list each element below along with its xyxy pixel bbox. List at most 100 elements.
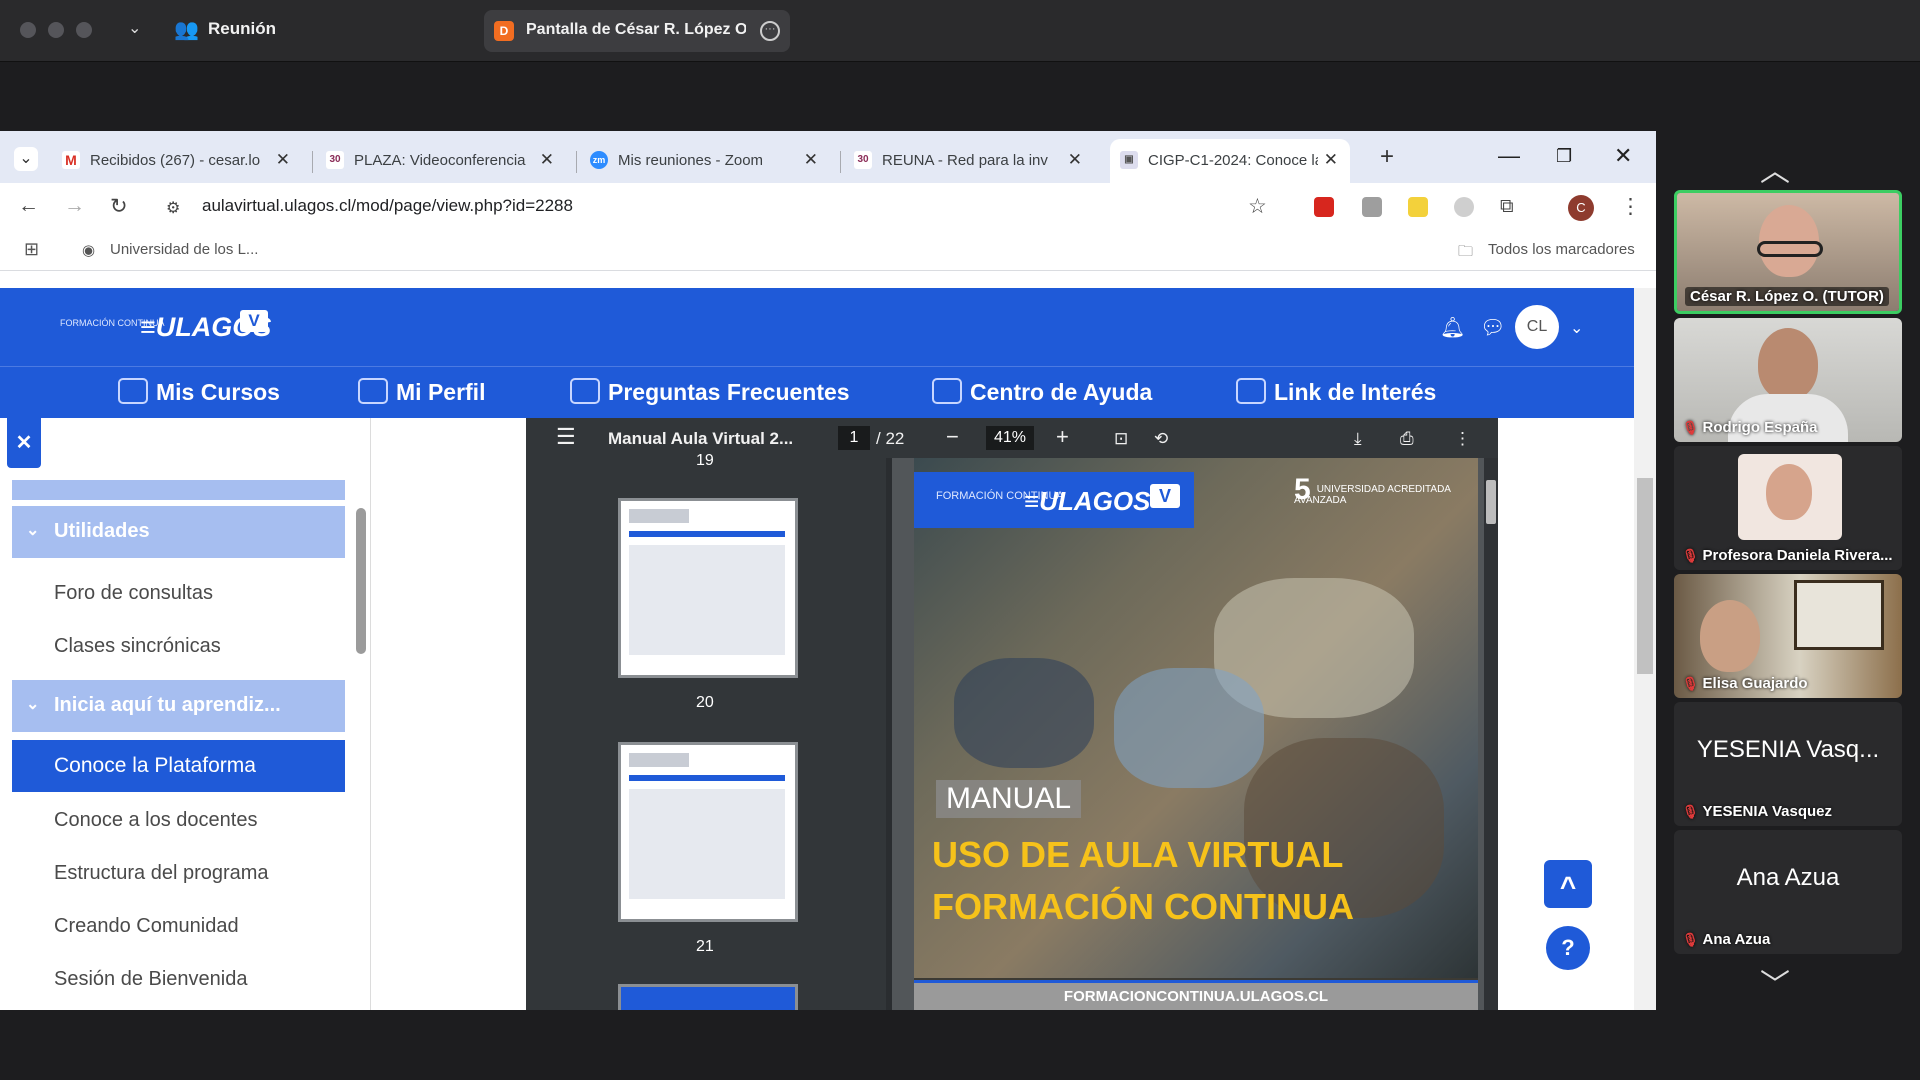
back-to-top-button[interactable]: ^ — [1544, 860, 1592, 908]
page-scrollbar-thumb[interactable] — [1637, 478, 1653, 674]
participant-display-name: YESENIA Vasq... — [1696, 736, 1880, 763]
close-window-icon[interactable]: ✕ — [1614, 143, 1632, 169]
tab-reuna[interactable]: 30 REUNA - Red para la inv ✕ — [844, 139, 1094, 183]
more-options-icon[interactable]: ··· — [760, 21, 780, 41]
chevron-down-icon[interactable]: ⌄ — [1570, 318, 1583, 338]
new-tab-icon[interactable]: + — [1380, 143, 1394, 171]
sidebar-item-bienvenida[interactable]: Sesión de Bienvenida — [54, 968, 247, 991]
phone-shape — [954, 658, 1094, 768]
nav-centro-de-ayuda[interactable]: Centro de Ayuda — [932, 378, 1152, 406]
page-scrollbar[interactable] — [1634, 288, 1656, 1010]
flag-extension-icon[interactable] — [1362, 197, 1382, 217]
pdf-page-input[interactable]: 1 — [838, 426, 870, 450]
back-icon[interactable]: ← — [18, 194, 39, 218]
screen-bottom — [0, 1010, 1656, 1080]
extension-icon[interactable] — [1454, 197, 1474, 217]
participant-name-label: YESENIA Vasquez — [1702, 803, 1833, 820]
restore-icon[interactable]: ❐ — [1556, 146, 1572, 167]
tab-title: Recibidos (267) - cesar.lo — [90, 152, 261, 169]
close-tab-icon[interactable]: ✕ — [276, 150, 290, 170]
tab-zoom[interactable]: zm Mis reuniones - Zoom ✕ — [580, 139, 830, 183]
tab-title: Mis reuniones - Zoom — [618, 152, 764, 169]
star-icon[interactable]: ☆ — [1248, 194, 1267, 219]
sidebar-item-clases[interactable]: Clases sincrónicas — [54, 635, 221, 658]
all-bookmarks[interactable]: Todos los marcadores — [1488, 241, 1635, 258]
sidebar-item-foro[interactable]: Foro de consultas — [54, 582, 213, 605]
close-window-button[interactable] — [20, 22, 36, 38]
site-info-icon[interactable]: ⚙ — [166, 198, 180, 218]
tab-cigp-active[interactable]: ▣ CIGP-C1-2024: Conoce la ✕ — [1110, 139, 1350, 183]
apps-grid-icon[interactable]: ⊞ — [24, 239, 39, 260]
zoom-in-icon[interactable]: + — [1056, 424, 1069, 450]
reload-icon[interactable]: ↻ — [110, 194, 128, 219]
zoom-extension-icon[interactable] — [1408, 197, 1428, 217]
nav-link-de-interes[interactable]: Link de Interés — [1236, 378, 1436, 406]
participant-name: 🎙︎ YESENIA Vasquez — [1682, 803, 1832, 820]
cover-title-line2: FORMACIÓN CONTINUA — [932, 886, 1354, 927]
tab-title: CIGP-C1-2024: Conoce la — [1148, 152, 1318, 169]
zoom-window-button[interactable] — [76, 22, 92, 38]
participant-tile[interactable]: 🎙︎ Profesora Daniela Rivera... — [1674, 446, 1902, 570]
forward-icon[interactable]: → — [64, 194, 85, 218]
pdf-zoom-value[interactable]: 41% — [986, 426, 1034, 450]
section-inicia-aqui[interactable]: ⌄ Inicia aquí tu aprendiz... — [12, 680, 345, 732]
sidebar-item-estructura[interactable]: Estructura del programa — [54, 862, 269, 885]
tab-gmail[interactable]: M Recibidos (267) - cesar.lo ✕ — [52, 139, 302, 183]
zoom-out-icon[interactable]: − — [946, 424, 959, 450]
chat-icon[interactable]: 💬︎ — [1480, 315, 1505, 340]
section-utilidades[interactable]: ⌄ Utilidades — [12, 506, 345, 558]
bookmark-ulagos[interactable]: Universidad de los L... — [110, 241, 258, 258]
close-tab-icon[interactable]: ✕ — [1324, 150, 1338, 170]
participant-tile[interactable]: César R. López O. (TUTOR) — [1674, 190, 1902, 314]
screen-share-banner[interactable]: D Pantalla de César R. López O. ··· — [484, 10, 790, 52]
menu-kebab-icon[interactable]: ⋮ — [1620, 194, 1641, 219]
chevron-up-icon[interactable]: ︿ — [1760, 146, 1790, 190]
fit-page-icon[interactable]: ⊡ — [1114, 429, 1128, 449]
url-field[interactable]: aulavirtual.ulagos.cl/mod/page/view.php?… — [202, 196, 573, 216]
close-tab-icon[interactable]: ✕ — [1068, 150, 1082, 170]
acrobat-extension-icon[interactable] — [1314, 197, 1334, 217]
minimize-window-button[interactable] — [48, 22, 64, 38]
shelf-shape — [1794, 580, 1884, 650]
nav-preguntas-frecuentes[interactable]: Preguntas Frecuentes — [570, 378, 850, 406]
sidebar-item-conoce-plataforma[interactable]: Conoce la Plataforma — [12, 740, 345, 792]
more-options-icon[interactable]: ⋮ — [1454, 429, 1471, 449]
close-tab-icon[interactable]: ✕ — [540, 150, 554, 170]
muted-mic-icon: 🎙︎ — [1682, 548, 1699, 563]
share-badge: D — [494, 21, 514, 41]
tab-plaza[interactable]: 30 PLAZA: Videoconferencia ✕ — [316, 139, 566, 183]
site-header: FORMACIÓN CONTINUA ≡ULAGOS V 🔔︎ 💬︎ CL ⌄ — [0, 288, 1634, 366]
puzzle-extensions-icon[interactable]: ⧉ — [1500, 196, 1514, 218]
tab-search-icon[interactable]: ⌄ — [14, 147, 38, 171]
close-tab-icon[interactable]: ✕ — [804, 150, 818, 170]
thumb-number: 20 — [696, 694, 714, 711]
sidebar-scrollbar[interactable] — [356, 508, 366, 654]
thumbnail-page[interactable] — [618, 498, 798, 678]
participant-tile[interactable]: 🎙︎ Elisa Guajardo — [1674, 574, 1902, 698]
rotate-icon[interactable]: ⟲ — [1154, 429, 1168, 449]
nav-mi-perfil[interactable]: Mi Perfil — [358, 378, 485, 406]
nav-mis-cursos[interactable]: Mis Cursos — [118, 378, 280, 406]
bell-icon[interactable]: 🔔︎ — [1440, 315, 1465, 340]
user-avatar[interactable]: CL — [1515, 305, 1559, 349]
print-icon[interactable]: ⎙ — [1400, 429, 1414, 449]
close-drawer-button[interactable]: ✕ — [7, 418, 41, 468]
thumbnail-page[interactable] — [618, 742, 798, 922]
menu-icon[interactable]: ☰ — [556, 424, 576, 450]
accreditation-years: 5 — [1294, 473, 1311, 506]
sidebar-item-comunidad[interactable]: Creando Comunidad — [54, 915, 239, 938]
minimize-icon[interactable]: — — [1498, 143, 1520, 169]
profile-avatar[interactable]: C — [1568, 195, 1594, 221]
download-icon[interactable]: ⤓ — [1354, 429, 1362, 449]
help-button[interactable]: ? — [1546, 926, 1590, 970]
pdf-scrollbar[interactable] — [1484, 458, 1498, 1010]
participant-tile[interactable]: 🎙︎ Rodrigo España — [1674, 318, 1902, 442]
participant-tile[interactable]: Ana Azua 🎙︎ Ana Azua — [1674, 830, 1902, 954]
chevron-down-icon[interactable]: ⌄ — [128, 18, 141, 38]
chevron-down-icon[interactable]: ﹀ — [1760, 960, 1790, 1004]
sidebar-divider — [370, 418, 371, 1010]
participant-tile[interactable]: YESENIA Vasq... 🎙︎ YESENIA Vasquez — [1674, 702, 1902, 826]
sidebar-item-docentes[interactable]: Conoce a los docentes — [54, 809, 257, 832]
thumbnail-page[interactable] — [618, 984, 798, 1010]
thumb-scrollbar[interactable] — [886, 458, 892, 1010]
